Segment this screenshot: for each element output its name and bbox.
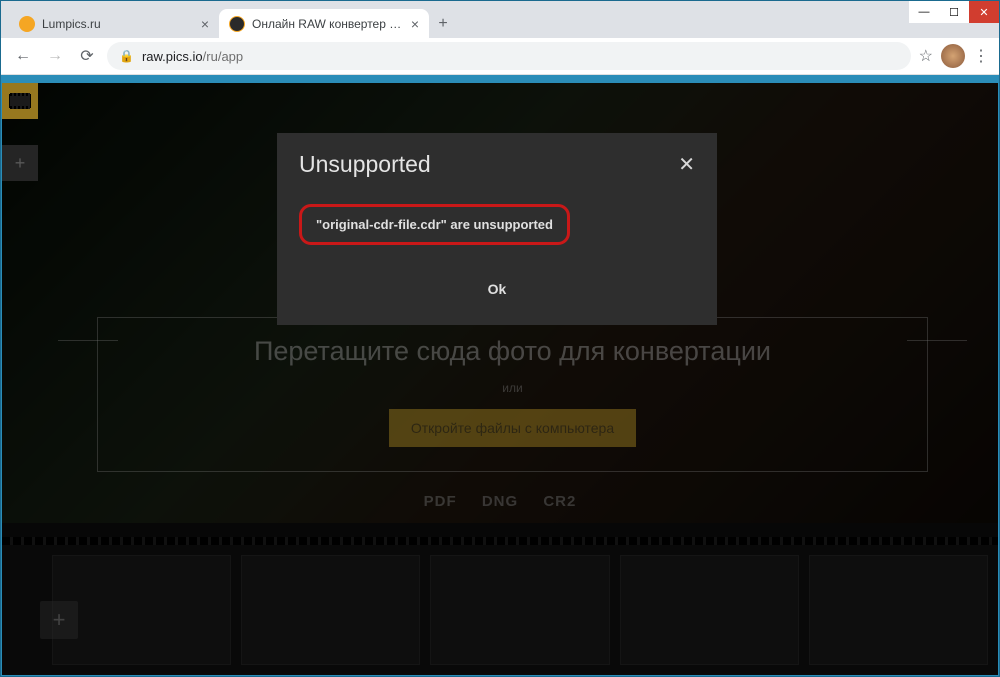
reload-button[interactable]: ⟳ xyxy=(75,44,99,68)
unsupported-modal: Unsupported ✕ "original-cdr-file.cdr" ar… xyxy=(277,133,717,325)
browser-tab-lumpics[interactable]: Lumpics.ru × xyxy=(9,9,219,38)
url-field[interactable]: 🔒 raw.pics.io/ru/app xyxy=(107,42,911,70)
window-controls: — ☐ ✕ xyxy=(909,1,999,23)
modal-close-icon[interactable]: ✕ xyxy=(678,152,695,177)
modal-message: "original-cdr-file.cdr" are unsupported xyxy=(316,217,553,232)
page-content: + Перетащите сюда фото для конвертации и… xyxy=(2,83,998,675)
browser-menu-icon[interactable]: ⋮ xyxy=(973,46,989,66)
tab-title: Онлайн RAW конвертер | Обра xyxy=(252,17,404,31)
tabs-bar: Lumpics.ru × Онлайн RAW конвертер | Обра… xyxy=(1,1,999,38)
favicon-icon xyxy=(229,16,245,32)
minimize-button[interactable]: — xyxy=(909,1,939,23)
modal-title: Unsupported xyxy=(299,151,431,178)
profile-avatar[interactable] xyxy=(941,44,965,68)
new-tab-button[interactable]: + xyxy=(429,10,457,38)
close-window-button[interactable]: ✕ xyxy=(969,1,999,23)
forward-button[interactable]: → xyxy=(43,44,67,68)
url-domain: raw.pics.io xyxy=(142,49,203,64)
bookmark-star-icon[interactable]: ☆ xyxy=(919,46,933,66)
tab-close-icon[interactable]: × xyxy=(411,16,419,32)
modal-ok-button[interactable]: Ok xyxy=(468,275,527,303)
maximize-button[interactable]: ☐ xyxy=(939,1,969,23)
lock-icon: 🔒 xyxy=(119,49,134,63)
tab-title: Lumpics.ru xyxy=(42,17,194,31)
url-path: /ru/app xyxy=(203,49,243,64)
browser-tab-rawpics[interactable]: Онлайн RAW конвертер | Обра × xyxy=(219,9,429,38)
back-button[interactable]: ← xyxy=(11,44,35,68)
address-bar: ← → ⟳ 🔒 raw.pics.io/ru/app ☆ ⋮ xyxy=(1,38,999,75)
error-highlight-box: "original-cdr-file.cdr" are unsupported xyxy=(299,204,570,245)
favicon-icon xyxy=(19,16,35,32)
tab-close-icon[interactable]: × xyxy=(201,16,209,32)
